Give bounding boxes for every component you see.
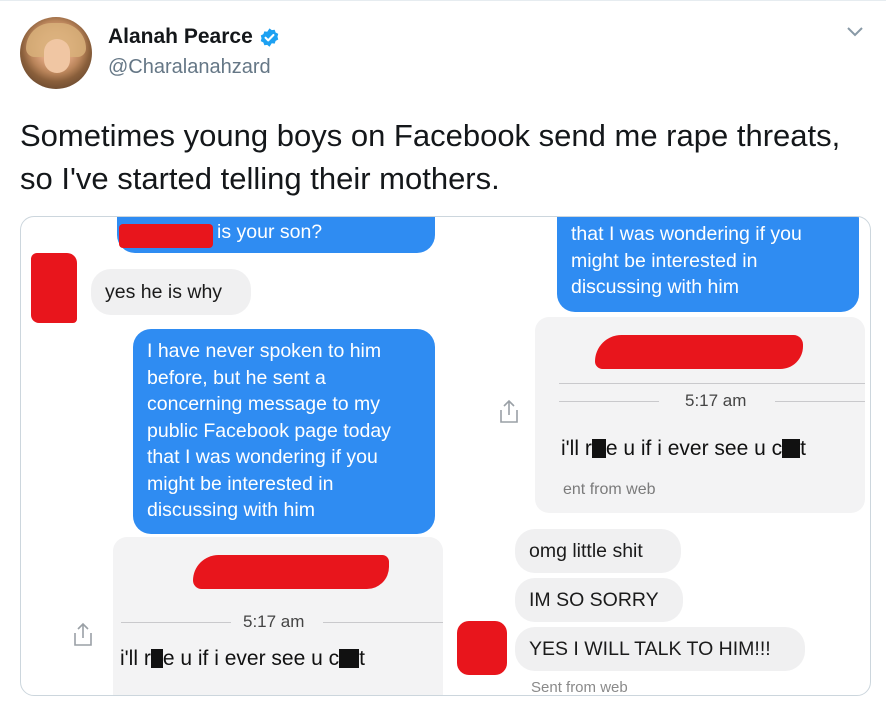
- tweet-media[interactable]: is your son? yes he is why I have never …: [20, 216, 871, 696]
- divider: [121, 622, 231, 623]
- divider: [323, 622, 443, 623]
- reply-bubble: IM SO SORRY: [515, 578, 683, 622]
- redacted-avatar: [31, 253, 77, 323]
- censor-block: [339, 649, 360, 668]
- avatar[interactable]: [20, 17, 92, 89]
- censor-block: [591, 439, 606, 458]
- screenshot-right: that I was wondering if you might be int…: [447, 217, 870, 695]
- reply-bubble: YES I WILL TALK TO HIM!!!: [515, 627, 805, 671]
- card-message-part: i'll r: [561, 437, 592, 460]
- message-line: that I was wondering if you: [571, 223, 802, 245]
- top-divider: [0, 0, 886, 1]
- censor-block: [782, 439, 801, 458]
- card-message-part: e u if i ever see u c: [162, 647, 340, 670]
- author-name[interactable]: Alanah Pearce: [108, 25, 280, 49]
- shared-message-card: 5:17 am i'll r e u if i ever see u c t ent…: [535, 317, 865, 513]
- message-line: concerning message to my: [147, 393, 381, 415]
- card-message: i'll r e u if i ever see u c t: [561, 437, 806, 461]
- reply-text: yes he is why: [105, 280, 223, 303]
- author-handle[interactable]: @Charalanahzard: [108, 56, 271, 79]
- share-icon[interactable]: [497, 399, 521, 425]
- message-line: discussing with him: [147, 499, 315, 521]
- reply-text: omg little shit: [529, 539, 643, 562]
- redacted-sender: [595, 335, 803, 369]
- card-time: 5:17 am: [685, 391, 747, 410]
- reply-text: YES I WILL TALK TO HIM!!!: [529, 637, 771, 660]
- redacted-name: [119, 224, 213, 248]
- message-line: public Facebook page today: [147, 419, 391, 442]
- author-name-text: Alanah Pearce: [108, 25, 253, 48]
- message-bubble: that I was wondering if you might be int…: [557, 217, 859, 312]
- share-icon[interactable]: [71, 622, 95, 648]
- message-line: that I was wondering if you: [147, 446, 378, 468]
- reply-bubble: yes he is why: [91, 269, 251, 315]
- redacted-sender: [193, 555, 389, 589]
- card-time: 5:17 am: [243, 612, 305, 631]
- message-line: might be interested in: [147, 472, 334, 495]
- reply-bubble: omg little shit: [515, 529, 681, 573]
- message-line: might be interested in: [571, 249, 758, 272]
- card-message-part: t: [359, 647, 365, 670]
- divider: [559, 383, 865, 384]
- chevron-down-icon[interactable]: [846, 26, 864, 38]
- card-message-part: t: [800, 437, 806, 460]
- card-message-part: e u if i ever see u c: [605, 437, 783, 460]
- message-line: discussing with him: [571, 276, 739, 298]
- avatar-face: [44, 39, 70, 73]
- card-message: i'll r e u if i ever see u c t: [120, 647, 365, 671]
- card-sent-from: ent from web: [563, 481, 656, 498]
- tweet-text: Sometimes young boys on Facebook send me…: [20, 118, 841, 196]
- sent-from-label: Sent from web: [531, 679, 628, 696]
- screenshot-left: is your son? yes he is why I have never …: [21, 217, 447, 695]
- message-bubble: I have never spoken to him before, but h…: [133, 329, 435, 534]
- reply-text: IM SO SORRY: [529, 588, 659, 611]
- card-message-part: i'll r: [120, 647, 151, 670]
- verified-badge-icon: [260, 27, 278, 47]
- divider: [559, 401, 659, 402]
- message-line: I have never spoken to him: [147, 340, 382, 362]
- censor-block: [150, 649, 163, 668]
- message-line: before, but he sent a: [147, 366, 326, 389]
- question-text: is your son?: [217, 220, 323, 243]
- redacted-avatar: [457, 621, 507, 675]
- shared-message-card: 5:17 am i'll r e u if i ever see u c t: [113, 537, 443, 695]
- divider: [775, 401, 865, 402]
